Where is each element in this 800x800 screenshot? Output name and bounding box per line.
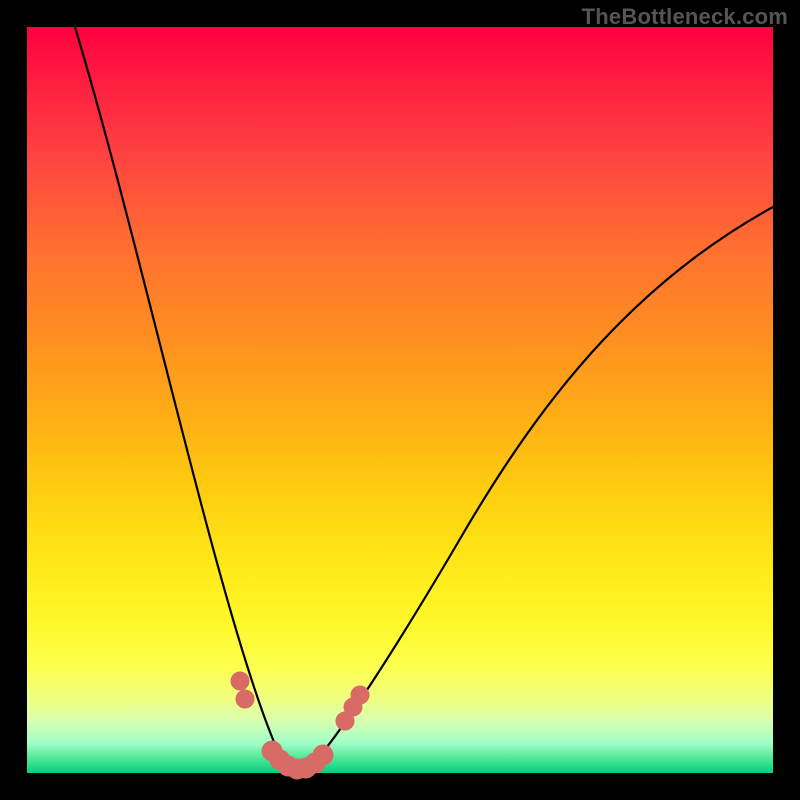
chart-svg bbox=[27, 27, 773, 773]
watermark-text: TheBottleneck.com bbox=[582, 4, 788, 30]
chart-frame: TheBottleneck.com bbox=[0, 0, 800, 800]
bottleneck-curve bbox=[75, 27, 773, 770]
markers-group bbox=[231, 672, 369, 779]
